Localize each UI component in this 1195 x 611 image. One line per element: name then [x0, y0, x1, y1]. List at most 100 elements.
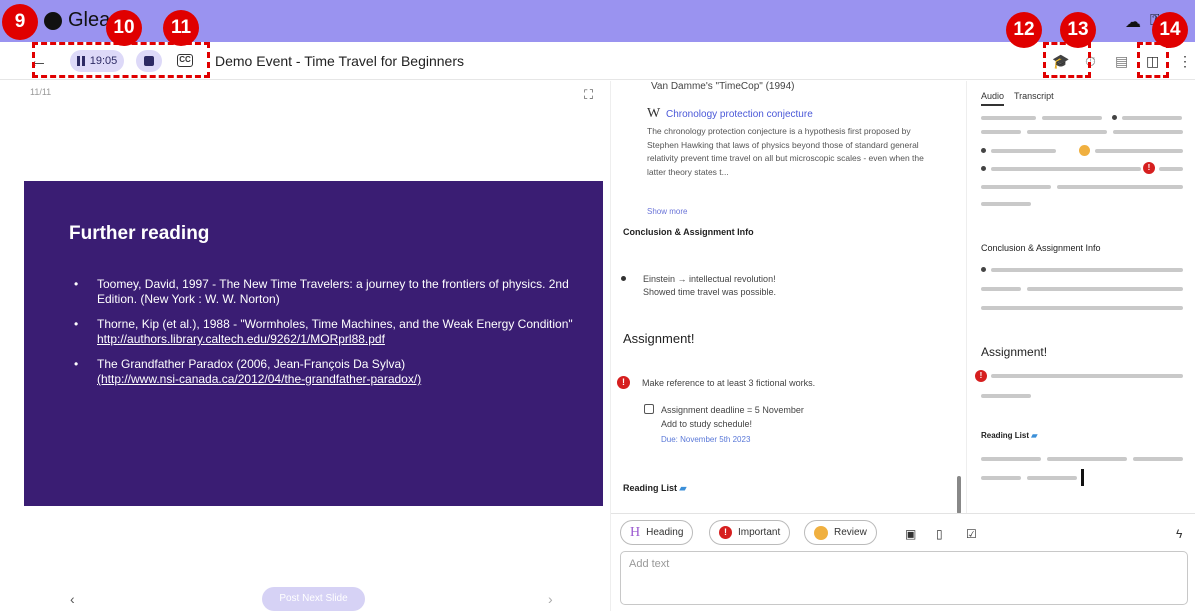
minimap-dot: [981, 166, 986, 171]
reading-item: The Grandfather Paradox (2006, Jean-Fran…: [74, 357, 574, 387]
show-more-link[interactable]: Show more: [647, 207, 687, 216]
assignment-task: Assignment deadline = 5 November Add to …: [661, 403, 804, 431]
task-line: Add to study schedule!: [661, 419, 753, 429]
minimap-line: [1027, 287, 1183, 291]
review-chip-label: Review: [834, 527, 867, 538]
next-slide-icon[interactable]: ›: [548, 591, 553, 607]
reading-item-link[interactable]: http://authors.library.caltech.edu/9262/…: [97, 332, 574, 347]
transcript-minimap: Audio Transcript ! Conclusion & Assignme…: [966, 81, 1195, 513]
important-note: Make reference to at least 3 fictional w…: [642, 378, 816, 388]
einstein-line: Showed time travel was possible.: [643, 287, 777, 297]
minimap-playhead[interactable]: [1081, 469, 1084, 486]
minimap-line: [981, 287, 1021, 291]
notes-heading-conclusion: Conclusion & Assignment Info: [623, 227, 754, 237]
annotation-box-layout: [1137, 42, 1169, 78]
notes-scrollbar[interactable]: [957, 476, 961, 514]
logo-mark-icon: [44, 11, 62, 30]
minimap-dot: [981, 267, 986, 272]
image-icon[interactable]: ▣: [905, 527, 916, 541]
reading-item-text: Toomey, David, 1997 - The New Time Trave…: [97, 277, 569, 306]
minimap-heading-assignment: Assignment!: [981, 345, 1048, 359]
more-options-icon[interactable]: ⋮: [1178, 53, 1192, 70]
slide: Further reading Toomey, David, 1997 - Th…: [24, 181, 603, 506]
annotation-badge: 11: [163, 10, 199, 46]
notes-panel: Van Damme's "TimeCop" (1994) W Chronolog…: [611, 81, 965, 513]
minimap-line: [991, 268, 1183, 272]
slide-navigation: ‹ Post Next Slide ›: [0, 587, 610, 611]
wikipedia-icon: W: [647, 106, 661, 121]
checkbox-icon[interactable]: ☑: [966, 527, 977, 541]
annotation-badge: 13: [1060, 12, 1096, 48]
review-marker-icon: [1079, 145, 1090, 156]
reading-heading-text: Reading List: [623, 483, 678, 493]
heading-icon: H: [630, 524, 641, 540]
annotation-badge: 14: [1152, 12, 1188, 48]
post-next-slide-button[interactable]: Post Next Slide: [262, 587, 365, 611]
notes-heading-assignment: Assignment!: [623, 331, 695, 346]
minimap-line: [991, 149, 1056, 153]
minimap-line: [991, 374, 1183, 378]
minimap-line: [981, 202, 1031, 206]
wiki-summary: The chronology protection conjecture is …: [647, 126, 924, 177]
slide-viewer: 11/11 ⛶ Further reading Toomey, David, 1…: [0, 81, 610, 611]
einstein-note: Einstein → intellectual revolution! Show…: [643, 273, 776, 299]
important-chip[interactable]: ! Important: [709, 520, 791, 545]
notes-doc-icon[interactable]: ▤: [1115, 53, 1128, 70]
einstein-line: Einstein → intellectual revolution!: [643, 274, 776, 284]
tab-audio[interactable]: Audio: [981, 91, 1005, 106]
heading-chip-label: Heading: [646, 527, 684, 538]
page-title: Demo Event - Time Travel for Beginners: [215, 53, 464, 69]
slide-heading: Further reading: [69, 223, 210, 244]
minimap-line: [1113, 130, 1183, 134]
reading-item: Toomey, David, 1997 - The New Time Trave…: [74, 277, 574, 307]
minimap-line: [981, 116, 1036, 120]
minimap-line: [981, 476, 1021, 480]
annotation-box-right: [1043, 42, 1091, 78]
minimap-line: [991, 167, 1141, 171]
minimap-line: [981, 394, 1031, 398]
note-text-input[interactable]: [620, 551, 1188, 605]
minimap-line: [1159, 167, 1183, 171]
minimap-line: [981, 457, 1041, 461]
minimap-line: [1042, 116, 1102, 120]
bookmark-icon[interactable]: ▯: [936, 527, 943, 541]
note-editor: H Heading ! Important Review ▣ ▯ ☑ ϟ: [611, 513, 1195, 611]
heading-chip[interactable]: H Heading: [620, 520, 694, 545]
lightning-icon[interactable]: ϟ: [1176, 527, 1182, 541]
notes-heading-reading: Reading List ▰: [623, 483, 686, 494]
books-icon: ▰: [679, 483, 687, 493]
review-icon: [814, 525, 828, 540]
annotation-badge: 10: [106, 10, 142, 46]
minimap-line: [1047, 457, 1127, 461]
minimap-dot: [981, 148, 986, 153]
minimap-dot: [1112, 115, 1117, 120]
important-marker-icon: !: [975, 370, 987, 382]
fullscreen-icon[interactable]: ⛶: [584, 87, 593, 103]
important-icon: !: [617, 376, 630, 389]
reading-item-text: The Grandfather Paradox (2006, Jean-Fran…: [97, 357, 406, 371]
task-line: Assignment deadline = 5 November: [661, 405, 804, 415]
annotation-box-left: [32, 42, 210, 78]
annotation-badge: 9: [2, 4, 38, 40]
minimap-line: [1133, 457, 1183, 461]
previous-slide-icon[interactable]: ‹: [70, 591, 75, 607]
minimap-line: [1027, 130, 1107, 134]
due-date[interactable]: Due: November 5th 2023: [661, 435, 750, 444]
review-chip[interactable]: Review: [804, 520, 877, 545]
reading-item-link[interactable]: (http://www.nsi-canada.ca/2012/04/the-gr…: [97, 372, 574, 387]
minimap-line: [1057, 185, 1183, 189]
books-icon: ▰: [1031, 431, 1038, 440]
minimap-line: [1122, 116, 1182, 120]
minimap-line: [1095, 149, 1183, 153]
tab-transcript[interactable]: Transcript: [1014, 91, 1054, 101]
minimap-line: [981, 185, 1051, 189]
important-chip-label: Important: [738, 527, 781, 538]
reading-item-text: Thorne, Kip (et al.), 1988 - "Wormholes,…: [97, 317, 573, 331]
minimap-heading-conclusion: Conclusion & Assignment Info: [981, 243, 1101, 253]
assignment-checkbox[interactable]: [644, 404, 654, 414]
slide-counter: 11/11: [30, 87, 52, 97]
wiki-link[interactable]: Chronology protection conjecture: [666, 109, 813, 120]
cloud-upload-icon[interactable]: ☁: [1125, 12, 1141, 32]
important-marker-icon: !: [1143, 162, 1155, 174]
minimap-line: [981, 306, 1183, 310]
